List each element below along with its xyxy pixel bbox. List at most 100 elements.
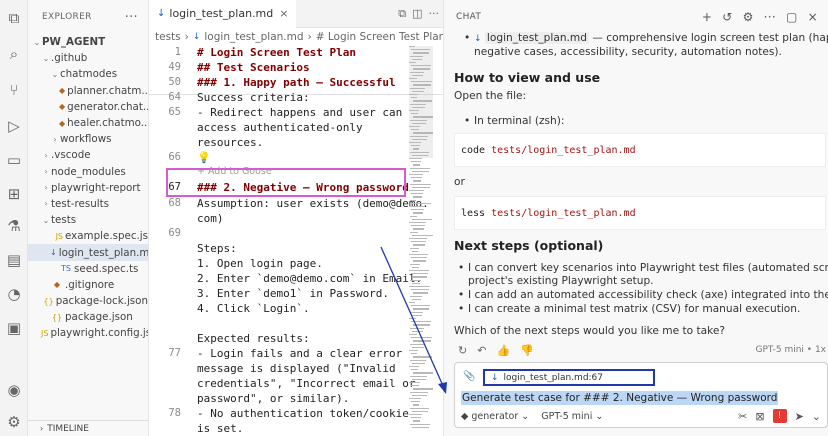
breadcrumb-folder[interactable]: tests <box>155 31 181 43</box>
minimap-line <box>409 142 421 144</box>
timeline-section[interactable]: › TIMELINE <box>28 420 148 436</box>
or-text: or <box>454 176 465 188</box>
tree-item[interactable]: ◆ healer.chatmo... <box>28 115 148 131</box>
tree-item[interactable]: ◆ planner.chatm... <box>28 83 148 99</box>
minimap-line <box>410 151 429 153</box>
stop-icon[interactable]: ⊠ <box>755 410 764 423</box>
code-line[interactable]: com) <box>197 212 224 225</box>
tree-item[interactable]: {} package-lock.json <box>28 293 148 309</box>
minimap-line <box>412 394 427 396</box>
retry-icon[interactable]: ↻ <box>458 344 467 357</box>
code-line[interactable]: resources. <box>197 136 263 149</box>
thumbs-down-icon[interactable]: 👎 <box>520 344 534 357</box>
tree-item-label: healer.chatmo... <box>67 117 149 130</box>
tree-item[interactable]: {} package.json <box>28 309 148 325</box>
code-line[interactable]: 💡 <box>197 151 211 164</box>
code-line[interactable]: Expected results: <box>197 332 310 345</box>
tree-item[interactable]: ⌄ chatmodes <box>28 66 148 82</box>
tree-item[interactable]: ⌄ .github <box>28 50 148 66</box>
tree-item[interactable]: › node_modules <box>28 164 148 180</box>
more-actions-icon[interactable]: ··· <box>764 10 776 24</box>
timer-icon[interactable]: ◔ <box>4 284 24 304</box>
tab-login-test-plan[interactable]: ↓ login_test_plan.md × <box>149 0 297 28</box>
file-type-icon: JS <box>55 231 63 241</box>
code-line[interactable]: password", or similar). <box>197 392 349 405</box>
chat-input[interactable]: 📎 ↓ login_test_plan.md:67 Generate test … <box>454 362 828 428</box>
file-link[interactable]: login_test_plan.md <box>484 32 589 44</box>
file-type-icon: ◆ <box>53 280 61 290</box>
code-line[interactable]: Steps: <box>197 242 237 255</box>
tree-item[interactable]: JS playwright.config.js <box>28 325 148 341</box>
files-icon[interactable]: ⧉ <box>4 8 24 28</box>
code-block[interactable]: code tests/login_test_plan.md <box>454 133 826 167</box>
close-icon[interactable]: × <box>279 7 288 20</box>
source-control-icon[interactable]: ⑂ <box>4 80 24 100</box>
testing-icon[interactable]: ⚗ <box>4 216 24 236</box>
tree-item[interactable]: › test-results <box>28 196 148 212</box>
model-picker[interactable]: GPT-5 mini ⌄ <box>541 411 603 422</box>
run-debug-icon[interactable]: ▷ <box>4 116 24 136</box>
folder-icon[interactable]: ▤ <box>4 250 24 270</box>
code-line[interactable]: - No authentication token/cookie <box>197 407 409 420</box>
history-icon[interactable]: ↺ <box>722 10 732 24</box>
account-icon[interactable]: ◉ <box>4 380 24 400</box>
remote-explorer-icon[interactable]: ▭ <box>4 150 24 170</box>
code-line[interactable]: ### 1. Happy path — Successful <box>197 76 396 89</box>
prompt-text[interactable]: Generate test case for ### 2. Negative —… <box>461 391 779 405</box>
minimap-line <box>413 164 420 166</box>
terminal-icon[interactable]: ▣ <box>4 318 24 338</box>
tree-item[interactable]: ⌄ PW_AGENT <box>28 34 148 50</box>
tree-item[interactable]: › workflows <box>28 131 148 147</box>
more-actions-icon[interactable]: ··· <box>125 10 138 25</box>
minimap-line <box>411 129 419 131</box>
maximize-panel-icon[interactable]: ▢ <box>786 10 798 24</box>
settings-gear-icon[interactable]: ⚙ <box>4 412 24 432</box>
breadcrumb-heading[interactable]: # Login Screen Test Plan <box>316 31 443 43</box>
new-chat-icon[interactable]: + <box>702 10 712 24</box>
mode-picker[interactable]: ◆ generator ⌄ <box>461 411 529 422</box>
code-line[interactable]: Assumption: user exists (demo@demo. <box>197 197 429 210</box>
code-block[interactable]: less tests/login_test_plan.md <box>454 196 826 230</box>
settings-gear-icon[interactable]: ⚙ <box>743 10 754 24</box>
tree-item[interactable]: › .vscode <box>28 147 148 163</box>
minimap-line <box>409 158 422 160</box>
tree-item[interactable]: ↓ login_test_plan.md <box>28 244 148 261</box>
context-chip[interactable]: ↓ login_test_plan.md:67 <box>483 369 655 386</box>
code-line[interactable]: ## Test Scenarios <box>197 61 310 74</box>
tools-icon[interactable]: ✂ <box>738 410 747 423</box>
tree-item[interactable]: ◆ .gitignore <box>28 277 148 293</box>
warning-icon[interactable]: ! <box>772 409 787 423</box>
open-preview-icon[interactable]: ⧉ <box>398 7 406 21</box>
breadcrumb-file[interactable]: login_test_plan.md <box>204 31 303 43</box>
code-line[interactable]: credentials", "Incorrect email or <box>197 377 416 390</box>
code-line[interactable]: Success criteria: <box>197 91 310 104</box>
tree-item[interactable]: TS seed.spec.ts <box>28 261 148 277</box>
code-line[interactable]: 2. Enter `demo@demo.com` in Email. <box>197 272 422 285</box>
minimap-line <box>410 215 417 217</box>
more-actions-icon[interactable]: ··· <box>429 7 440 21</box>
chevron-down-icon[interactable]: ⌄ <box>812 410 821 423</box>
thumbs-up-icon[interactable]: 👍 <box>496 344 510 357</box>
close-icon[interactable]: × <box>808 10 818 24</box>
code-line[interactable]: access authenticated-only <box>197 121 363 134</box>
extensions-icon[interactable]: ⊞ <box>4 184 24 204</box>
code-line[interactable]: - Redirect happens and user can <box>197 106 402 119</box>
code-line[interactable]: 1. Open login page. <box>197 257 323 270</box>
minimap-line <box>409 46 415 48</box>
tree-item[interactable]: › playwright-report <box>28 180 148 196</box>
attach-icon[interactable]: 📎 <box>463 371 475 382</box>
tree-item[interactable]: ◆ generator.chat... <box>28 99 148 115</box>
code-line[interactable]: # Login Screen Test Plan <box>197 46 356 59</box>
tree-item[interactable]: JS example.spec.js <box>28 228 148 244</box>
code-line[interactable]: 3. Enter `demo1` in Password. <box>197 287 389 300</box>
code-line[interactable]: is set. <box>197 422 243 435</box>
split-editor-icon[interactable]: ◫ <box>412 7 422 21</box>
undo-icon[interactable]: ↶ <box>477 344 486 357</box>
minimap[interactable] <box>409 46 433 436</box>
tree-item[interactable]: ⌄ tests <box>28 212 148 228</box>
code-line[interactable]: 4. Click `Login`. <box>197 302 310 315</box>
search-icon[interactable]: ⌕ <box>4 44 24 64</box>
code-line[interactable]: - Login fails and a clear error <box>197 347 402 360</box>
code-line[interactable]: message is displayed ("Invalid <box>197 362 396 375</box>
send-icon[interactable]: ➤ <box>795 410 804 423</box>
